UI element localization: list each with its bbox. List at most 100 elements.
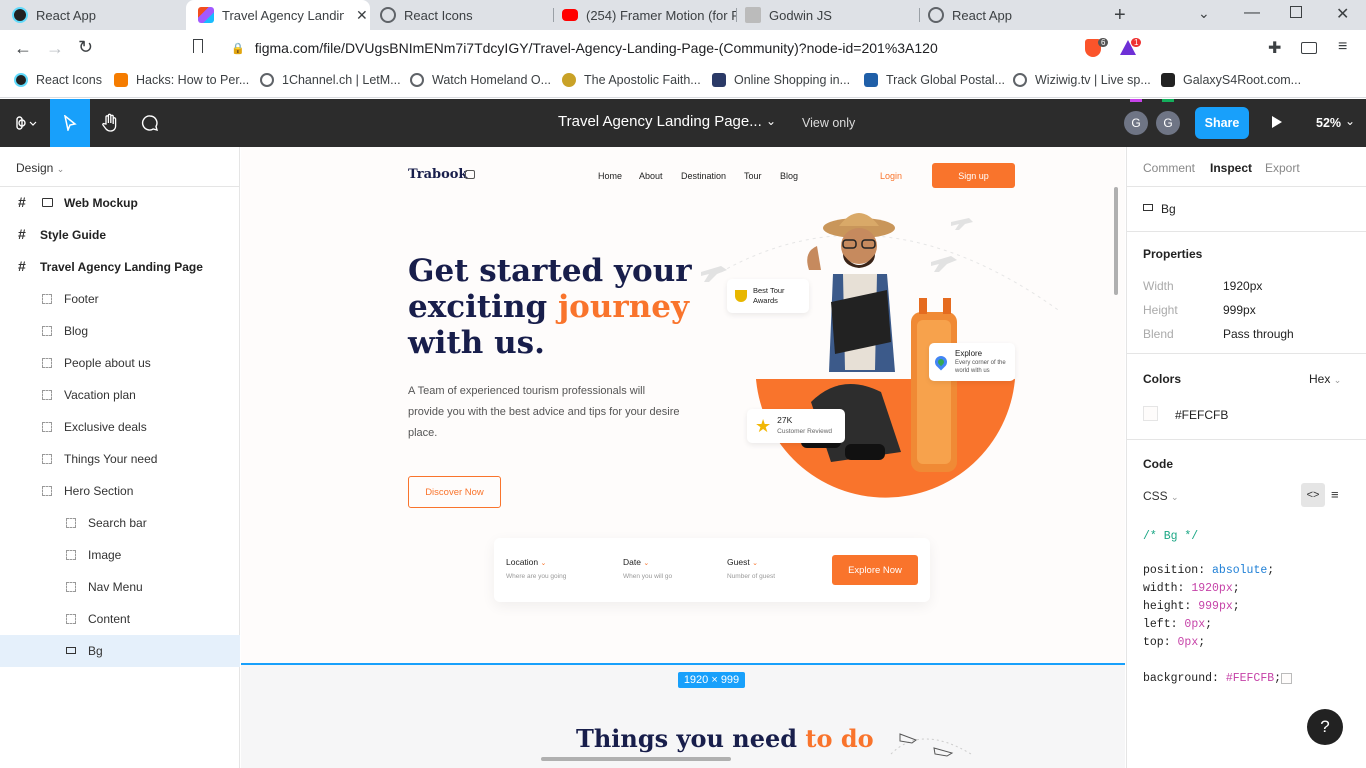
group-icon [42, 422, 52, 432]
bookmark-item[interactable]: Hacks: How to Per... [114, 66, 249, 94]
menu-icon[interactable]: ≡ [1338, 38, 1347, 56]
nav-about[interactable]: About [639, 171, 663, 181]
search-guest[interactable]: Guest ⌄ Number of guest [727, 557, 775, 580]
file-title[interactable]: Travel Agency Landing Page... [558, 113, 762, 130]
layer-item[interactable]: Vacation plan [0, 379, 240, 411]
forward-icon[interactable]: → [46, 38, 64, 59]
discover-button[interactable]: Discover Now [408, 476, 501, 508]
browser-tab[interactable]: React Icons [370, 0, 554, 30]
chevron-down-icon[interactable]: ⌄ [766, 114, 776, 128]
layer-item[interactable]: Image [0, 539, 240, 571]
bookmark-item[interactable]: The Apostolic Faith... [562, 66, 701, 94]
present-play-icon[interactable] [1272, 116, 1282, 128]
explore-now-button[interactable]: Explore Now [832, 555, 918, 585]
layer-label: Hero Section [64, 484, 134, 498]
figma-menu-button[interactable] [6, 99, 46, 147]
code-language-select[interactable]: CSS ⌄ [1143, 489, 1179, 503]
back-icon[interactable]: ← [14, 38, 32, 59]
move-tool-button[interactable] [50, 99, 90, 147]
wallet-icon[interactable] [1301, 42, 1317, 54]
layer-item[interactable]: People about us [0, 347, 240, 379]
browser-tab-active[interactable]: Travel Agency Landing ✕ [186, 0, 370, 30]
signup-button[interactable]: Sign up [932, 163, 1015, 188]
avatar[interactable]: G [1156, 111, 1180, 135]
group-icon [66, 582, 76, 592]
layer-label: Exclusive deals [64, 420, 147, 434]
frame-icon: # [18, 226, 26, 242]
bookmark-item[interactable]: React Icons [14, 66, 102, 94]
browser-tab[interactable]: Godwin JS [737, 0, 919, 30]
prop-value[interactable]: 999px [1223, 303, 1256, 317]
horizontal-scrollbar[interactable] [541, 757, 731, 761]
layer-item[interactable]: Blog [0, 315, 240, 347]
reload-icon[interactable]: ↻ [78, 37, 93, 58]
layer-item[interactable]: Bg [0, 635, 240, 667]
layer-item[interactable]: Nav Menu [0, 571, 240, 603]
zoom-chevron-icon[interactable]: ⌄ [1345, 114, 1355, 128]
layer-item[interactable]: # Web Mockup [0, 187, 240, 219]
layer-item[interactable]: Hero Section [0, 475, 240, 507]
share-button[interactable]: Share [1195, 107, 1249, 139]
close-window-icon[interactable]: ✕ [1336, 4, 1349, 24]
layer-item[interactable]: # Style Guide [0, 219, 240, 251]
code-line: position: absolute; [1143, 564, 1275, 577]
layer-item[interactable]: Things Your need [0, 443, 240, 475]
bookmark-item[interactable]: Track Global Postal... [864, 66, 1005, 94]
list-view-icon[interactable]: ≡ [1331, 487, 1339, 502]
nav-destination[interactable]: Destination [681, 171, 726, 181]
search-location[interactable]: Location ⌄ Where are you going [506, 557, 566, 580]
prop-value[interactable]: Pass through [1223, 327, 1294, 341]
browser-tab[interactable]: React App [0, 0, 186, 30]
layer-item[interactable]: Content [0, 603, 240, 635]
new-tab-icon[interactable]: + [1114, 4, 1126, 27]
nav-tour[interactable]: Tour [744, 171, 762, 181]
minimize-icon[interactable]: — [1244, 4, 1260, 22]
search-date[interactable]: Date ⌄ When you will go [623, 557, 672, 580]
layer-label: People about us [64, 356, 151, 370]
design-canvas[interactable]: Trabook Home About Destination Tour Blog… [241, 147, 1125, 768]
close-tab-icon[interactable]: ✕ [356, 7, 368, 24]
layer-item[interactable]: # Travel Agency Landing Page [0, 251, 240, 283]
divider [1127, 186, 1366, 187]
layer-item[interactable]: Exclusive deals [0, 411, 240, 443]
avatar[interactable]: G [1124, 111, 1148, 135]
login-link[interactable]: Login [880, 171, 902, 181]
url-field[interactable]: 🔒 figma.com/file/DVUgsBNImENm7i7TdcyIGY/… [191, 35, 1075, 61]
browser-tab[interactable]: React App [920, 0, 1102, 30]
bookmark-item[interactable]: GalaxyS4Root.com... [1161, 66, 1301, 94]
vertical-scrollbar[interactable] [1114, 187, 1118, 295]
comment-tool-button[interactable] [130, 99, 170, 147]
chevron-down-icon: ⌄ [540, 560, 547, 567]
layer-item[interactable]: Search bar [0, 507, 240, 539]
hand-tool-button[interactable] [90, 99, 130, 147]
tab-inspect[interactable]: Inspect [1210, 161, 1252, 175]
prop-label: Height [1143, 303, 1178, 317]
color-swatch[interactable] [1143, 406, 1158, 421]
code-view-icon[interactable]: <> [1301, 483, 1325, 507]
zoom-level[interactable]: 52% [1316, 116, 1341, 130]
bookmark-item[interactable]: Watch Homeland O... [410, 66, 551, 94]
tab-comment[interactable]: Comment [1143, 161, 1195, 175]
color-value[interactable]: #FEFCFB [1175, 408, 1228, 422]
design-tab[interactable]: Design ⌄ [16, 161, 64, 175]
bookmark-item[interactable]: Online Shopping in... [712, 66, 850, 94]
nav-home[interactable]: Home [598, 171, 622, 181]
figma-icon [198, 7, 214, 23]
nav-blog[interactable]: Blog [780, 171, 798, 181]
extensions-icon[interactable]: ✚ [1268, 38, 1281, 58]
tab-search-icon[interactable]: ⌄ [1198, 5, 1210, 22]
bookmark-item[interactable]: 1Channel.ch | LetM... [260, 66, 401, 94]
hero-headline: Get started your exciting journey with u… [408, 253, 692, 361]
blogger-icon [114, 73, 128, 87]
prop-value[interactable]: 1920px [1223, 279, 1262, 293]
maximize-icon[interactable] [1290, 6, 1302, 18]
group-icon [42, 326, 52, 336]
tab-export[interactable]: Export [1265, 161, 1300, 175]
hand-icon [102, 113, 117, 132]
color-swatch-inline [1281, 673, 1292, 684]
layer-item[interactable]: Footer [0, 283, 240, 315]
bookmark-item[interactable]: Wiziwig.tv | Live sp... [1013, 66, 1151, 94]
help-button[interactable]: ? [1307, 709, 1343, 745]
browser-tab[interactable]: (254) Framer Motion (for Re [554, 0, 736, 30]
color-format-select[interactable]: Hex ⌄ [1309, 372, 1341, 386]
